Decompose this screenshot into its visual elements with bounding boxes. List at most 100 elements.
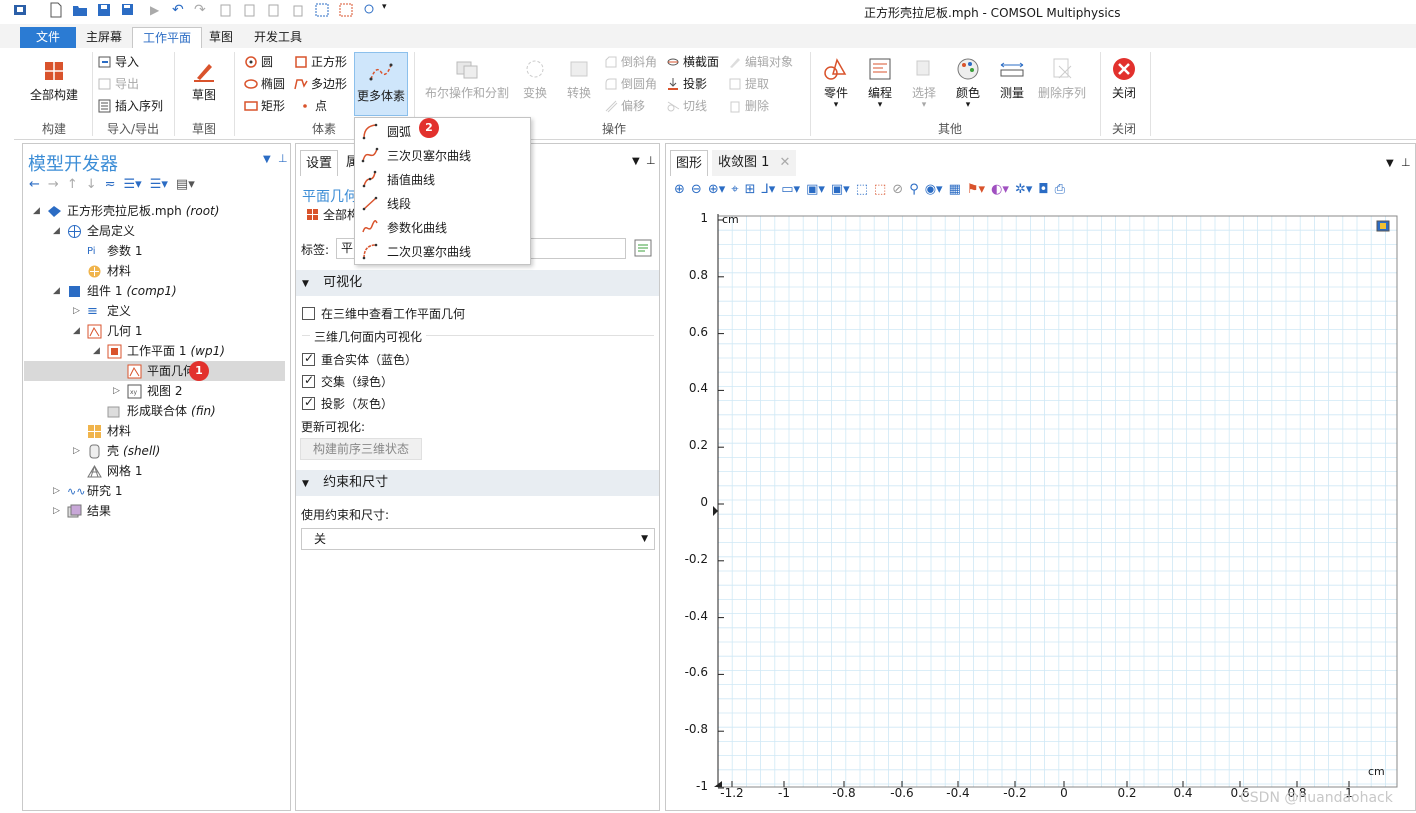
convert-button[interactable]: 转换 bbox=[562, 56, 596, 101]
move-down-icon[interactable]: ↓ bbox=[86, 177, 97, 192]
hide-icon[interactable]: ⊘ bbox=[892, 182, 903, 197]
fillet-button[interactable]: 倒圆角 bbox=[604, 74, 657, 94]
tree-toggle-icon[interactable]: ◢ bbox=[73, 326, 80, 336]
duplicate-icon[interactable] bbox=[266, 2, 282, 18]
camera-icon[interactable]: ◘ bbox=[1038, 182, 1048, 197]
screen-icon[interactable]: ▣▾ bbox=[806, 182, 825, 197]
coincident-checkbox[interactable]: 重合实体（蓝色） bbox=[302, 350, 417, 368]
pin-icon[interactable]: ⊥ bbox=[1401, 156, 1411, 169]
tab-convergence-plot[interactable]: 收敛图 1 ✕ bbox=[712, 150, 797, 176]
menu-item-line-segment[interactable]: 线段 bbox=[355, 191, 530, 215]
list-options-icon[interactable]: ▤▾ bbox=[176, 177, 195, 192]
tree-item-mesh[interactable]: 网格 1 bbox=[87, 461, 142, 481]
tree-item-parameters[interactable]: Pi 参数 1 bbox=[87, 241, 142, 261]
tree-item-form-union[interactable]: 形成联合体 (fin) bbox=[107, 401, 216, 421]
tab-sketch[interactable]: 草图 bbox=[199, 27, 243, 48]
visualization-section-header[interactable]: ▼ 可视化 bbox=[296, 270, 659, 296]
delete-icon[interactable] bbox=[290, 2, 306, 18]
color-button[interactable]: 颜色 ▾ bbox=[950, 56, 986, 110]
view-in-3d-checkbox[interactable]: 在三维中查看工作平面几何 bbox=[302, 304, 465, 322]
tree-item-results[interactable]: 结果 bbox=[67, 501, 111, 521]
tree-toggle-icon[interactable]: ◢ bbox=[33, 206, 40, 216]
tree-item-component[interactable]: 组件 1 (comp1) bbox=[67, 281, 177, 301]
forward-icon[interactable]: → bbox=[48, 177, 59, 192]
close-button[interactable]: 关闭 bbox=[1106, 56, 1142, 101]
build-preceding-3d-button[interactable]: 构建前序三维状态 bbox=[300, 438, 422, 460]
extract-button[interactable]: 提取 bbox=[728, 74, 769, 94]
tree-item-materials[interactable]: 材料 bbox=[87, 421, 131, 441]
build-all-button[interactable]: 全部构建 bbox=[26, 58, 82, 103]
delete-button[interactable]: 删除 bbox=[728, 96, 769, 116]
parts-button[interactable]: 零件 ▾ bbox=[818, 56, 854, 110]
more-primitives-button[interactable]: 更多体素 bbox=[354, 52, 408, 116]
new-file-icon[interactable] bbox=[48, 2, 64, 18]
tab-developer[interactable]: 开发工具 bbox=[244, 27, 312, 48]
tree-toggle-icon[interactable]: ◢ bbox=[93, 346, 100, 356]
center-icon[interactable]: ⌖ bbox=[731, 182, 738, 197]
undo-icon[interactable]: ↶ bbox=[172, 2, 184, 18]
reset-label-icon[interactable] bbox=[634, 239, 652, 257]
panel-menu-icon[interactable]: ▼ bbox=[1386, 158, 1394, 169]
build-all-link[interactable]: 全部构 bbox=[306, 206, 359, 223]
delete-sequence-button[interactable]: 删除序列 bbox=[1034, 56, 1090, 101]
programming-button[interactable]: 编程 ▾ bbox=[862, 56, 898, 110]
ellipse-button[interactable]: 椭圆 bbox=[244, 74, 285, 94]
select-box-icon[interactable]: ⬚ bbox=[856, 182, 868, 197]
tree-item-materials-global[interactable]: 材料 bbox=[87, 261, 131, 281]
paste-icon[interactable] bbox=[242, 2, 258, 18]
tree-toggle-icon[interactable]: ▷ bbox=[53, 486, 60, 496]
deselect-icon[interactable]: ⬚ bbox=[874, 182, 886, 197]
import-button[interactable]: 导入 bbox=[98, 52, 139, 72]
rectangle-button[interactable]: 矩形 bbox=[244, 96, 285, 116]
collapse-icon[interactable]: ☰▾ bbox=[150, 177, 168, 192]
circle-button[interactable]: 圆 bbox=[244, 52, 273, 72]
tree-toggle-icon[interactable]: ◢ bbox=[53, 286, 60, 296]
save-as-icon[interactable] bbox=[120, 2, 136, 18]
tab-home[interactable]: 主屏幕 bbox=[76, 27, 132, 48]
redo-icon[interactable]: ↷ bbox=[194, 2, 206, 18]
constraints-section-header[interactable]: ▼ 约束和尺寸 bbox=[296, 470, 659, 496]
scene-light-icon[interactable]: ✲▾ bbox=[1015, 182, 1032, 197]
zoom-out-icon[interactable]: ⊖ bbox=[691, 182, 702, 197]
zoom-box-icon[interactable]: ⊕▾ bbox=[708, 182, 725, 197]
zoom-in-icon[interactable]: ⊕ bbox=[674, 182, 685, 197]
close-tab-icon[interactable]: ✕ bbox=[780, 155, 791, 170]
panel-menu-icon[interactable]: ▼ bbox=[632, 156, 640, 167]
tree-item-geometry[interactable]: 几何 1 bbox=[87, 321, 142, 341]
tree-toggle-icon[interactable]: ▷ bbox=[73, 306, 80, 316]
grid-icon[interactable]: ▦ bbox=[949, 182, 961, 197]
tab-settings[interactable]: 设置 bbox=[300, 150, 339, 176]
projection-button[interactable]: 投影 bbox=[666, 74, 707, 94]
move-up-icon[interactable]: ↑ bbox=[67, 177, 78, 192]
tree-item-root[interactable]: 正方形壳拉尼板.mph (root) bbox=[47, 201, 219, 221]
tree-toggle-icon[interactable]: ◢ bbox=[53, 226, 60, 236]
menu-item-parametric-curve[interactable]: 参数化曲线 bbox=[355, 215, 530, 239]
menu-item-cubic-bezier[interactable]: 三次贝塞尔曲线 bbox=[355, 143, 530, 167]
view-icon[interactable]: ▭▾ bbox=[781, 182, 800, 197]
sketch-button[interactable]: 草图 bbox=[184, 58, 224, 103]
tree-item-study[interactable]: ∿∿ 研究 1 bbox=[67, 481, 122, 501]
menu-item-circular-arc[interactable]: 圆弧 bbox=[355, 119, 530, 143]
tree-item-plane-geometry[interactable]: 平面几何 bbox=[127, 361, 195, 381]
visibility-icon[interactable]: ◉▾ bbox=[925, 182, 943, 197]
tangent-button[interactable]: 切线 bbox=[666, 96, 707, 116]
boolean-partition-button[interactable]: 布尔操作和分割 bbox=[422, 56, 512, 101]
save-icon[interactable] bbox=[96, 2, 112, 18]
show-icon[interactable]: ≂ bbox=[105, 177, 116, 192]
tree-item-work-plane[interactable]: 工作平面 1 (wp1) bbox=[107, 341, 225, 361]
tree-item-view[interactable]: xy 视图 2 bbox=[127, 381, 182, 401]
square-button[interactable]: 正方形 bbox=[294, 52, 347, 72]
tab-work-plane[interactable]: 工作平面 bbox=[132, 27, 203, 48]
print-icon[interactable]: ⎙ bbox=[1055, 182, 1065, 197]
measure-button[interactable]: 测量 bbox=[994, 56, 1030, 101]
select-all-icon[interactable] bbox=[338, 2, 354, 18]
open-folder-icon[interactable] bbox=[72, 2, 88, 18]
tree-item-global-definitions[interactable]: 全局定义 bbox=[67, 221, 135, 241]
zoom-extents-icon[interactable]: ⊞ bbox=[745, 182, 756, 197]
view-orientation-icon[interactable] bbox=[1376, 220, 1390, 232]
point-button[interactable]: 点 bbox=[298, 96, 327, 116]
tab-file[interactable]: 文件 bbox=[20, 27, 76, 48]
export-button[interactable]: 导出 bbox=[98, 74, 139, 94]
transform-button[interactable]: 变换 bbox=[518, 56, 552, 101]
tree-toggle-icon[interactable]: ▷ bbox=[53, 506, 60, 516]
